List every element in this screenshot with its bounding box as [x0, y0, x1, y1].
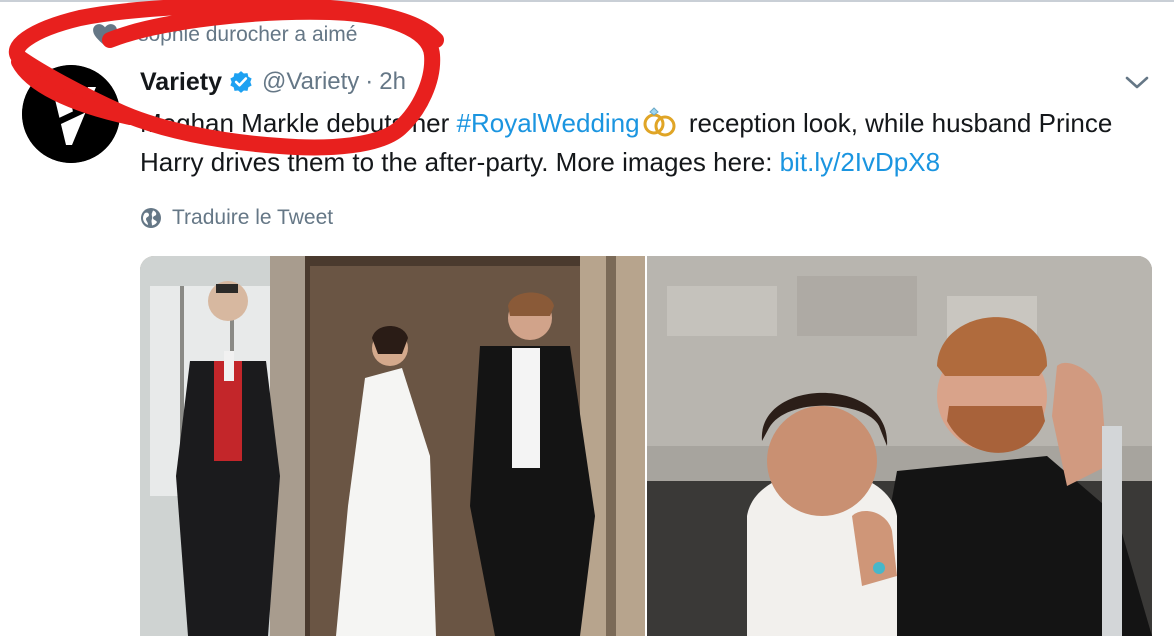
- photo-right-illustration: [647, 256, 1152, 636]
- verified-badge-icon: [230, 71, 252, 93]
- display-name[interactable]: Variety: [140, 68, 222, 97]
- user-handle[interactable]: @Variety: [262, 68, 359, 96]
- tweet-text-part1: Meghan Markle debuts her: [140, 108, 457, 138]
- tweet-media: [140, 256, 1152, 636]
- top-divider: [0, 0, 1174, 2]
- avatar[interactable]: [22, 65, 120, 163]
- tweet-header: Variety @Variety · 2h: [140, 62, 406, 102]
- globe-icon: [141, 208, 161, 228]
- wedding-rings-icon: [643, 107, 676, 137]
- tweet-text: Meghan Markle debuts her #RoyalWedding r…: [140, 104, 1150, 182]
- chevron-down-icon[interactable]: [1122, 70, 1152, 94]
- social-context[interactable]: sophie durocher a aimé: [92, 18, 357, 52]
- hashtag-link[interactable]: #RoyalWedding: [457, 108, 640, 138]
- couple-leaving-building-photo[interactable]: [140, 256, 645, 636]
- heart-icon: [93, 24, 117, 46]
- tweet-url-link[interactable]: bit.ly/2IvDpX8: [780, 147, 940, 177]
- translate-label: Traduire le Tweet: [172, 206, 334, 229]
- separator-dot: ·: [365, 68, 374, 95]
- liked-by-text[interactable]: sophie durocher a aimé: [138, 23, 357, 47]
- variety-logo-icon: [22, 65, 120, 163]
- translate-tweet-button[interactable]: Traduire le Tweet: [140, 202, 333, 234]
- tweet-timestamp[interactable]: 2h: [379, 68, 406, 96]
- photo-left-illustration: [140, 256, 645, 636]
- couple-waving-in-car-photo[interactable]: [647, 256, 1152, 636]
